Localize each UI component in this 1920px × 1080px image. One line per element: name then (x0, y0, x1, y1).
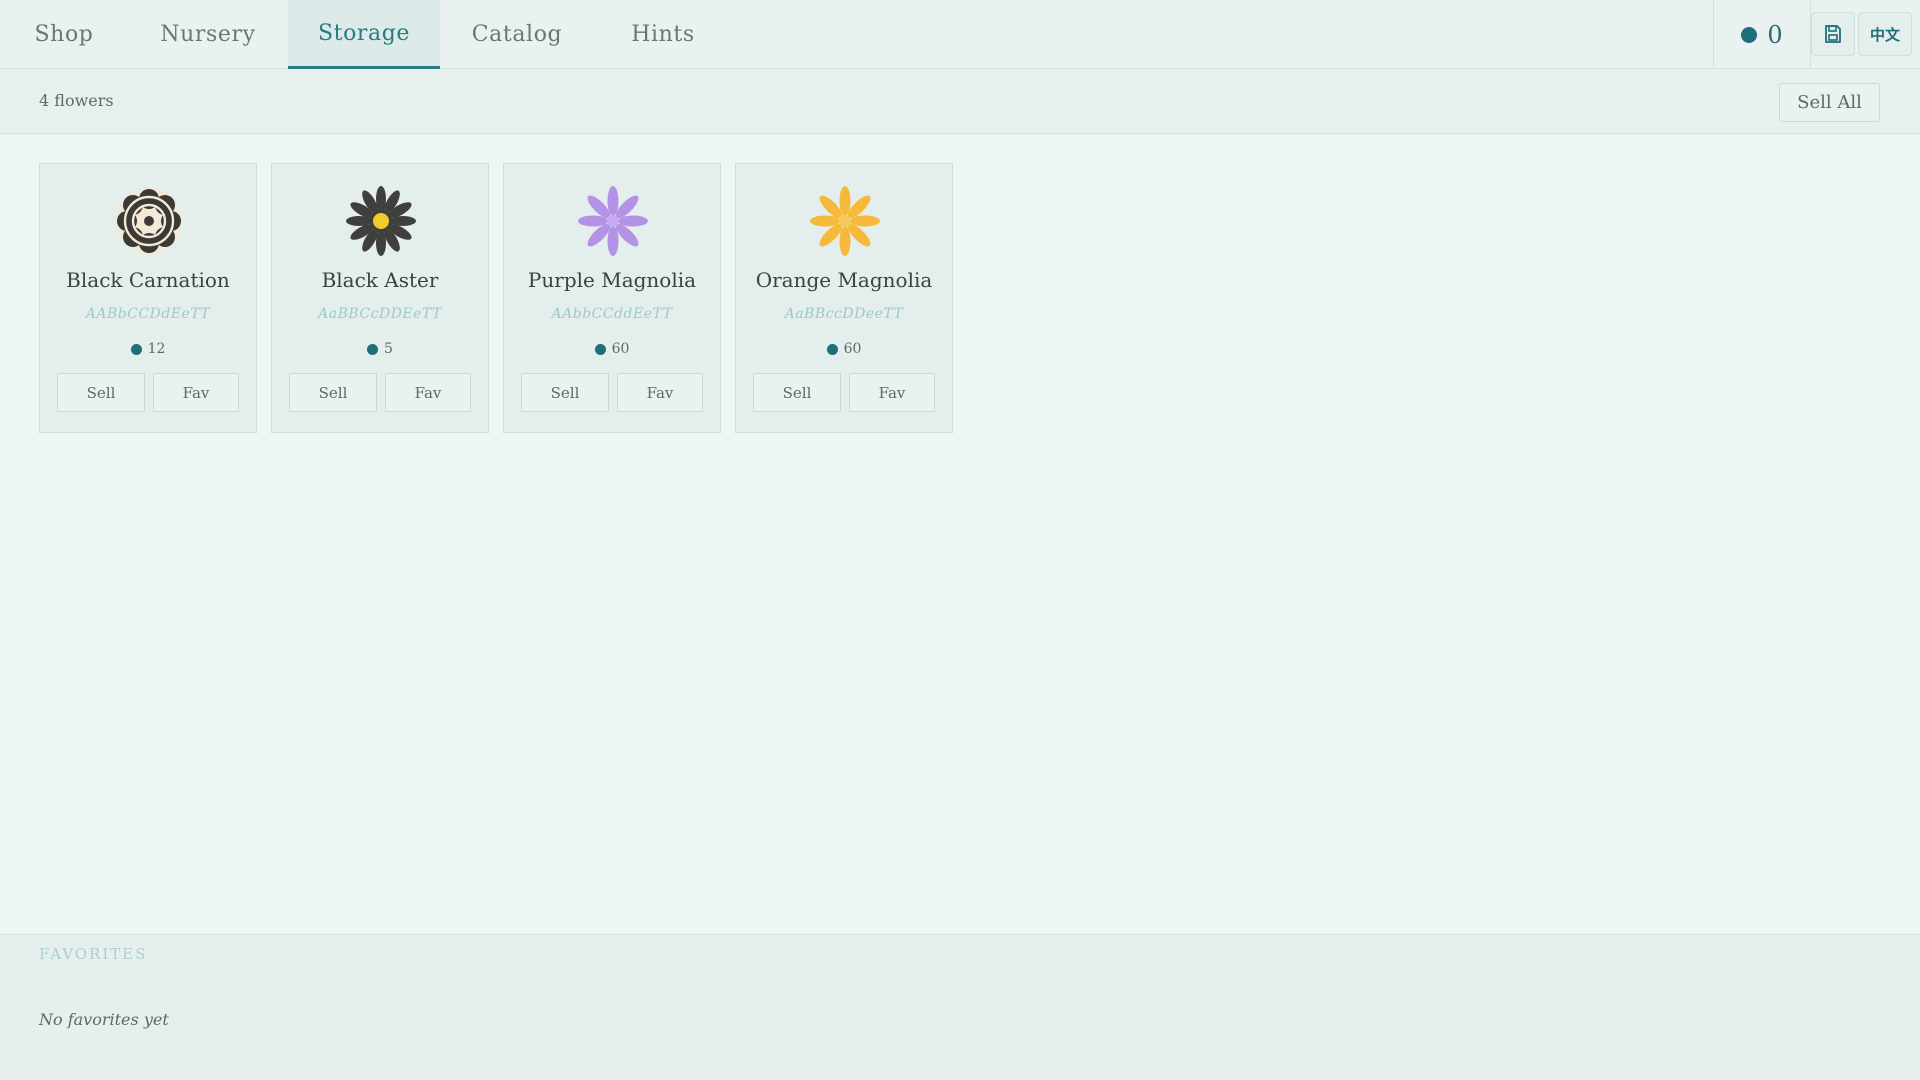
sell-all-button[interactable]: Sell All (1779, 83, 1880, 122)
sell-button[interactable]: Sell (753, 373, 841, 412)
flower-card: Black Aster AaBBCcDDEeTT 5 Sell Fav (271, 163, 489, 433)
flower-name: Black Aster (321, 268, 439, 292)
tab-shop[interactable]: Shop (0, 0, 128, 69)
coin-icon (130, 343, 142, 355)
price-value: 5 (384, 341, 393, 357)
sell-button[interactable]: Sell (521, 373, 609, 412)
flower-genes: AAbbCCddEeTT (551, 306, 673, 322)
flower-card: Orange Magnolia AaBBccDDeeTT 60 Sell Fav (735, 163, 953, 433)
favorites-panel: FAVORITES No favorites yet (0, 934, 1920, 1080)
flower-price: 12 (40, 341, 256, 357)
language-label: 中文 (1869, 25, 1900, 44)
sell-button[interactable]: Sell (57, 373, 145, 412)
favorites-empty-message: No favorites yet (39, 1010, 169, 1029)
coin-count: 0 (1767, 20, 1783, 49)
favorites-title: FAVORITES (39, 945, 148, 963)
tab-catalog[interactable]: Catalog (440, 0, 594, 69)
coin-icon (1741, 26, 1758, 43)
purple-magnolia-icon (578, 186, 648, 256)
language-toggle-button[interactable]: 中文 (1858, 12, 1912, 56)
flower-genes: AABbCCDdEeTT (85, 306, 211, 322)
fav-button[interactable]: Fav (153, 373, 239, 412)
flower-name: Black Carnation (66, 268, 230, 292)
fav-button[interactable]: Fav (617, 373, 703, 412)
tab-bar: Shop Nursery Storage Catalog Hints (0, 0, 732, 69)
tab-nursery[interactable]: Nursery (128, 0, 288, 69)
flower-price: 5 (272, 341, 488, 357)
flower-genes: AaBBCcDDEeTT (318, 306, 442, 322)
price-value: 60 (611, 341, 630, 357)
flower-genes: AaBBccDDeeTT (784, 306, 904, 322)
coin-balance: 0 (1713, 0, 1811, 69)
orange-magnolia-icon (810, 186, 880, 256)
flower-count: 4 flowers (39, 91, 114, 110)
coin-icon (594, 343, 606, 355)
save-icon (1825, 25, 1841, 43)
fav-button[interactable]: Fav (385, 373, 471, 412)
top-nav: Shop Nursery Storage Catalog Hints 0 中文 (0, 0, 1920, 69)
price-value: 12 (147, 341, 166, 357)
black-carnation-icon (116, 188, 182, 254)
flower-name: Orange Magnolia (755, 268, 933, 292)
flower-price: 60 (504, 341, 720, 357)
coin-icon (826, 343, 838, 355)
flower-price: 60 (736, 341, 952, 357)
flower-card: Purple Magnolia AAbbCCddEeTT 60 Sell Fav (503, 163, 721, 433)
tab-storage[interactable]: Storage (288, 0, 440, 69)
tab-hints[interactable]: Hints (594, 0, 732, 69)
flower-name: Purple Magnolia (527, 268, 697, 292)
coin-icon (367, 343, 379, 355)
sell-button[interactable]: Sell (289, 373, 377, 412)
storage-toolbar: 4 flowers Sell All (0, 69, 1920, 134)
fav-button[interactable]: Fav (849, 373, 935, 412)
price-value: 60 (843, 341, 862, 357)
save-button[interactable] (1811, 12, 1855, 56)
flower-card: Black Carnation AABbCCDdEeTT 12 Sell Fav (39, 163, 257, 433)
black-aster-icon (346, 186, 416, 256)
